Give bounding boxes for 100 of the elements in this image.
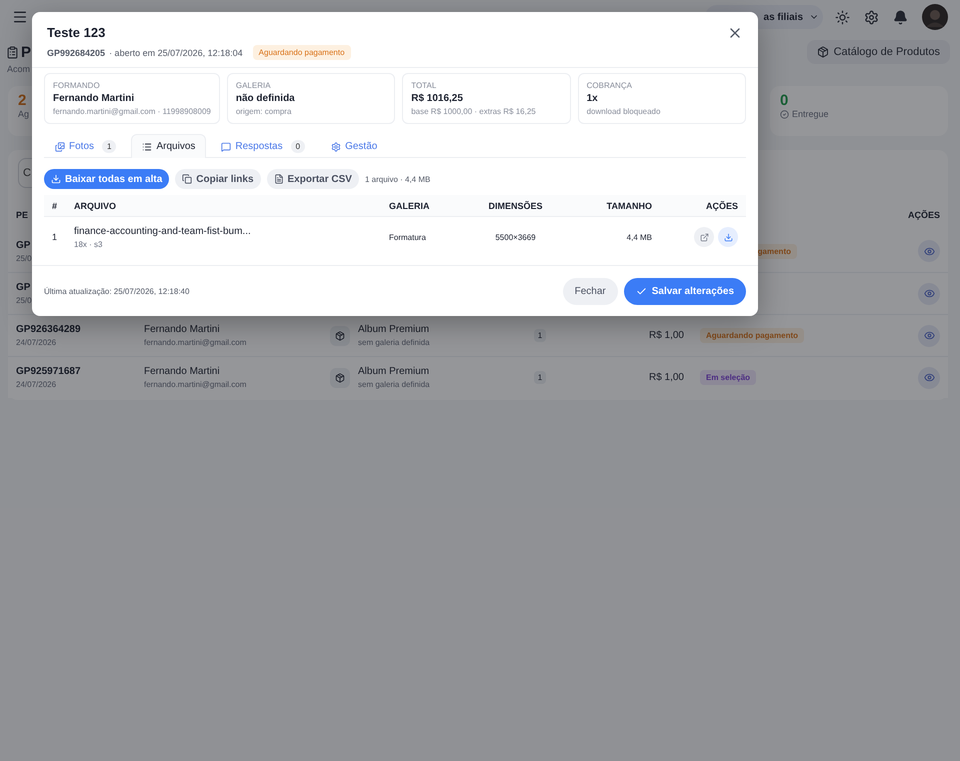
tab-count: 0: [290, 140, 306, 153]
package-icon: [330, 326, 350, 346]
list-icon: [142, 142, 152, 152]
package-icon: [816, 46, 829, 58]
card-value: não definida: [236, 93, 296, 104]
quantity: 1: [534, 371, 546, 384]
product-name: Album Premium: [358, 366, 430, 377]
tab[interactable]: Gestão: [320, 134, 388, 158]
tab[interactable]: Respostas 0: [210, 134, 316, 158]
price: R$ 1,00: [648, 330, 684, 341]
file-meta: 18x · s3: [74, 240, 102, 248]
quantity: 1: [534, 329, 546, 342]
card-label: FORMANDO: [53, 81, 101, 90]
price: R$ 1,00: [648, 372, 684, 383]
download-icon: [724, 232, 732, 242]
column-header: AÇÕES: [908, 210, 940, 220]
card-detail: base R$ 1000,00 · extras R$ 16,25: [411, 107, 537, 116]
status-badge: Aguardando pagamento: [252, 45, 351, 60]
check-icon: [636, 286, 647, 297]
card-value: Fernando Martini: [53, 93, 136, 104]
tab-count: 1: [102, 140, 116, 153]
catalog-button[interactable]: Catálogo de Produtos: [806, 40, 950, 64]
stat-label: Ag: [18, 109, 30, 119]
settings-icon: [331, 142, 342, 152]
card-detail: download bloqueado: [586, 107, 662, 116]
files-summary: 1 arquivo · 4,4 MB: [364, 174, 430, 184]
open-link-button[interactable]: [694, 227, 714, 247]
status-badge: Em seleção: [700, 370, 756, 385]
chat-icon: [221, 142, 232, 152]
save-button[interactable]: Salvar alterações: [624, 278, 746, 305]
customer-name: Fernando Martini: [144, 324, 220, 335]
eye-icon: [924, 246, 934, 256]
order-id: GP925971687: [16, 366, 81, 377]
column-header: ARQUIVO: [74, 200, 116, 210]
stat-value: 2: [18, 92, 26, 109]
order-date: 25/0: [16, 254, 32, 262]
order-id: GP992684205: [47, 48, 106, 58]
tab[interactable]: Arquivos: [131, 134, 206, 158]
download-button[interactable]: [718, 227, 738, 247]
bell-icon[interactable]: [893, 10, 908, 24]
tab[interactable]: Fotos 1: [44, 134, 128, 158]
view-button[interactable]: [918, 282, 940, 304]
card-detail: origem: compra: [236, 107, 292, 116]
external-link-icon: [700, 232, 708, 242]
status-badge: Aguardando pagamento: [700, 328, 804, 343]
card-label: TOTAL: [411, 81, 438, 90]
page-subtitle: Acom: [6, 64, 32, 74]
card-value: 1x: [586, 93, 599, 104]
check-circle-icon: [780, 110, 789, 118]
view-button[interactable]: [918, 366, 940, 388]
table-cell: 5500×3669: [495, 232, 536, 242]
order-id: GP: [16, 282, 30, 293]
customer-email: fernando.martini@gmail.com: [144, 380, 246, 389]
toolbar-button[interactable]: Copiar links: [175, 169, 261, 189]
column-header: #: [52, 200, 58, 210]
sun-icon[interactable]: [835, 10, 850, 24]
images-icon: [55, 142, 65, 152]
page-title: P: [21, 44, 32, 60]
view-button[interactable]: [918, 324, 940, 346]
customer-email: fernando.martini@gmail.com: [144, 338, 246, 347]
clipboard-icon: [6, 46, 19, 58]
product-name: Album Premium: [358, 324, 430, 335]
toolbar-button[interactable]: Exportar CSV: [266, 169, 359, 189]
toolbar-button[interactable]: Baixar todas em alta: [44, 169, 170, 189]
file-name: finance-accounting-and-team-fist-bum...: [74, 226, 251, 236]
column-header: GALERIA: [389, 200, 430, 210]
order-date: 24/07/2026: [16, 338, 56, 347]
last-updated: Última atualização: 25/07/2026, 12:18:40: [44, 287, 190, 296]
card-detail: fernando.martini@gmail.com · 11998908009: [53, 107, 211, 116]
customer-name: Fernando Martini: [144, 366, 220, 377]
order-id: GP: [16, 240, 30, 250]
table-cell: Formatura: [389, 232, 426, 242]
dialog-title: Teste 123: [47, 25, 106, 40]
file-icon: [274, 174, 284, 184]
column-header: TAMANHO: [606, 200, 652, 210]
column-header: DIMENSÕES: [488, 200, 542, 210]
product-gallery: sem galeria definida: [358, 380, 430, 389]
view-button[interactable]: [918, 240, 940, 262]
settings-icon[interactable]: [864, 10, 879, 24]
column-header: AÇÕES: [706, 200, 738, 210]
avatar[interactable]: [922, 4, 948, 30]
product-gallery: sem galeria definida: [358, 338, 430, 347]
eye-icon: [924, 372, 934, 383]
card-label: GALERIA: [236, 81, 272, 90]
copy-icon: [182, 174, 192, 184]
column-header: PE: [16, 210, 30, 220]
download-icon: [51, 174, 61, 184]
order-date: 24/07/2026: [16, 380, 56, 389]
stat-label: Entregue: [792, 109, 829, 119]
package-icon: [330, 368, 350, 388]
opened-date: · aberto em 25/07/2026, 12:18:04: [109, 48, 243, 58]
menu-icon[interactable]: [12, 9, 28, 25]
card-label: COBRANÇA: [586, 81, 633, 90]
order-id: GP926364289: [16, 324, 81, 335]
close-button[interactable]: Fechar: [562, 278, 618, 305]
table-cell: 4,4 MB: [626, 232, 652, 242]
eye-icon: [924, 330, 934, 341]
card-value: R$ 1016,25: [411, 93, 464, 104]
row-number: 1: [52, 232, 58, 242]
eye-icon: [924, 288, 934, 299]
